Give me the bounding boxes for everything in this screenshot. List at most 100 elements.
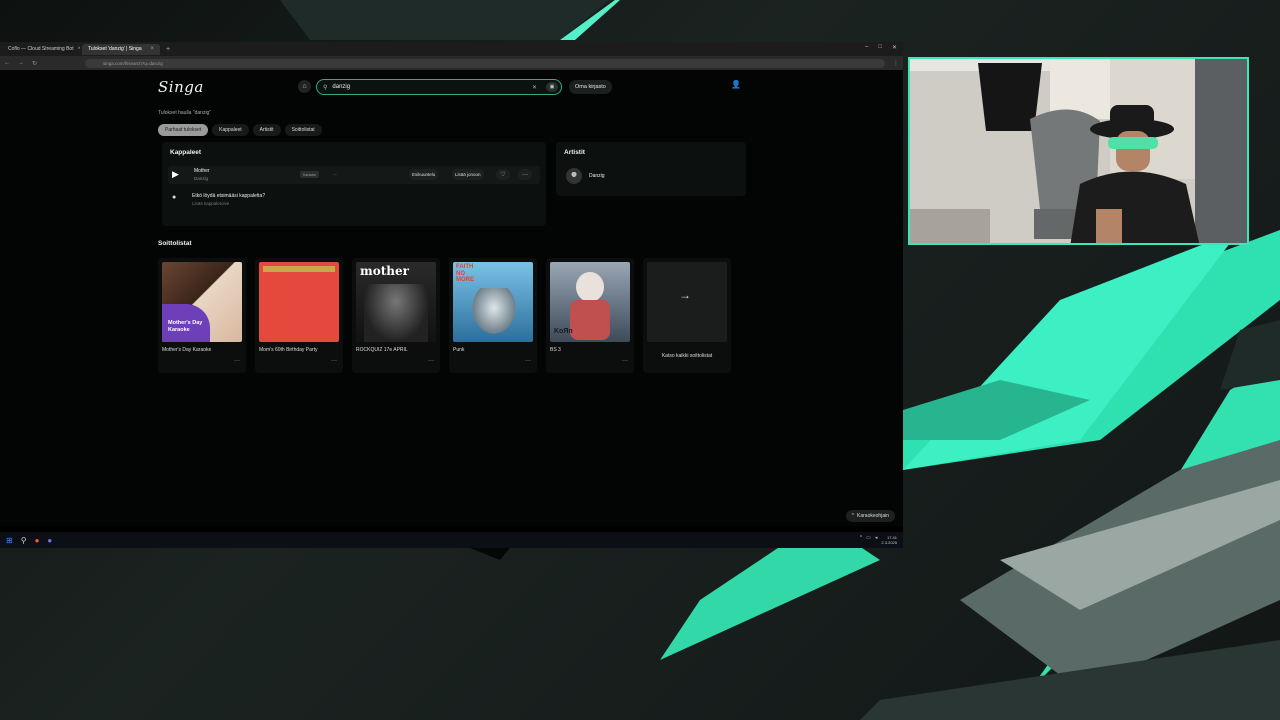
webcam-overlay bbox=[908, 57, 1249, 245]
arrow-right-icon: → bbox=[679, 288, 691, 302]
cover-text: KoЯn bbox=[554, 328, 573, 335]
qr-camera-icon[interactable]: ▣ bbox=[546, 82, 558, 92]
playlist-cover[interactable]: KoЯn bbox=[550, 262, 630, 342]
song-artist[interactable]: Danzig bbox=[194, 176, 208, 181]
window-controls: – □ ✕ bbox=[865, 44, 897, 51]
close-icon[interactable]: × bbox=[150, 46, 154, 52]
network-icon[interactable]: ▭ bbox=[866, 535, 871, 545]
request-title[interactable]: Etkö löydä etsimääsi kappaletta? bbox=[192, 193, 265, 199]
browser-window: Coflo — Cloud Streaming Bot × Tulokset '… bbox=[0, 42, 903, 548]
see-all-label[interactable]: Katso kaikki soittolistat bbox=[643, 353, 731, 359]
add-to-queue-button[interactable]: Lisää jonoon bbox=[452, 169, 484, 180]
request-subtitle[interactable]: Lisää kappaletoive bbox=[192, 201, 229, 206]
song-badge: Karaoke bbox=[300, 171, 320, 178]
playlists-title: Soittolistat bbox=[158, 240, 192, 247]
maximize-icon[interactable]: □ bbox=[878, 44, 882, 51]
playlist-name: Mother's Day Karaoke bbox=[162, 347, 212, 353]
see-all-cover[interactable] bbox=[647, 262, 727, 342]
more-options-icon[interactable]: ··· bbox=[525, 358, 531, 364]
home-button[interactable]: ⌂ bbox=[298, 80, 311, 93]
filter-playlists[interactable]: Soittolistat bbox=[284, 124, 322, 136]
playlist-cover[interactable]: Mother's Day Karaoke bbox=[162, 262, 242, 342]
forward-icon[interactable]: → bbox=[18, 60, 24, 66]
more-options-icon[interactable]: ··· bbox=[428, 358, 434, 364]
browser-menu-icon[interactable]: ⋮ bbox=[893, 60, 899, 67]
address-bar[interactable]: singa.com/fi/search?q=danzig bbox=[85, 58, 885, 68]
playlist-cover[interactable]: FAITH NO MORE bbox=[453, 262, 533, 342]
play-icon[interactable]: ▶ bbox=[172, 169, 179, 180]
volume-icon[interactable]: ◂ bbox=[875, 535, 878, 545]
karaoke-controller-label: Karaokeohjain bbox=[857, 513, 889, 519]
artists-title: Artistit bbox=[564, 149, 585, 156]
browser-tabbar: Coflo — Cloud Streaming Bot × Tulokset '… bbox=[0, 42, 903, 56]
home-icon: ⌂ bbox=[302, 83, 307, 90]
songs-panel: Kappaleet ▶ Mother Danzig Karaoke — Esik… bbox=[162, 142, 546, 226]
more-options-icon[interactable]: ··· bbox=[331, 358, 337, 364]
filter-chips: Parhaat tulokset Kappaleet Artistit Soit… bbox=[158, 124, 322, 136]
browser-tab-coflo[interactable]: Coflo — Cloud Streaming Bot × bbox=[2, 44, 80, 55]
browser-icon[interactable]: ● bbox=[35, 536, 40, 545]
cover-text: FAITH NO MORE bbox=[456, 264, 474, 283]
playlist-name: Punk bbox=[453, 347, 465, 353]
filter-songs[interactable]: Kappaleet bbox=[212, 124, 249, 136]
playlist-card[interactable]: Mother's Day Karaoke Mother's Day Karaok… bbox=[158, 258, 246, 373]
system-tray: ^ ▭ ◂ 17.41 2.3.2025 bbox=[860, 535, 897, 545]
preview-button[interactable]: Esikuuntelu bbox=[409, 169, 439, 180]
search-input[interactable]: ⚲ danzig ✕ ▣ bbox=[316, 79, 562, 95]
playlist-card[interactable]: KoЯn BS 3 ··· bbox=[546, 258, 634, 373]
artists-panel: Artistit Danzig bbox=[556, 142, 746, 196]
heart-icon[interactable]: ♡ bbox=[496, 169, 510, 180]
cover-text: Mother's Day Karaoke bbox=[168, 320, 203, 333]
singa-logo[interactable]: Singa bbox=[158, 78, 204, 96]
clear-search-icon[interactable]: ✕ bbox=[532, 84, 537, 91]
search-icon: ⚲ bbox=[323, 84, 328, 91]
tray-icon[interactable]: ^ bbox=[860, 535, 862, 545]
filter-artists[interactable]: Artistit bbox=[252, 124, 281, 136]
more-options-icon[interactable]: ··· bbox=[518, 169, 532, 180]
singa-app: Singa ⌂ ⚲ danzig ✕ ▣ Oma kirjasto 👤 Tulo… bbox=[0, 70, 903, 526]
more-options-icon[interactable]: ··· bbox=[234, 358, 240, 364]
playlist-name: BS 3 bbox=[550, 347, 561, 353]
user-icon[interactable]: 👤 bbox=[731, 80, 741, 89]
artist-name[interactable]: Danzig bbox=[589, 173, 605, 179]
back-icon[interactable]: ← bbox=[4, 60, 10, 66]
songs-title: Kappaleet bbox=[170, 149, 202, 156]
playlist-name: Mom's 60th Birthday Party bbox=[259, 347, 318, 353]
song-row[interactable]: ▶ Mother Danzig Karaoke — Esikuuntelu Li… bbox=[168, 166, 540, 184]
address-bar-row: ← → ↻ singa.com/fi/search?q=danzig ⋮ bbox=[0, 56, 903, 70]
taskbar: ⊞ ⚲ ● ● ^ ▭ ◂ 17.41 2.3.2025 bbox=[0, 532, 903, 548]
tab-label: Tulokset 'danzig' | Singa bbox=[88, 46, 142, 52]
clock-date: 2.3.2025 bbox=[881, 540, 897, 545]
library-button[interactable]: Oma kirjasto bbox=[569, 80, 612, 94]
search-icon[interactable]: ⚲ bbox=[21, 536, 27, 545]
artist-avatar bbox=[566, 168, 582, 184]
search-value[interactable]: danzig bbox=[332, 84, 350, 90]
playlist-cards: Mother's Day Karaoke Mother's Day Karaok… bbox=[158, 258, 731, 373]
close-icon[interactable]: × bbox=[78, 46, 80, 52]
filter-top-results[interactable]: Parhaat tulokset bbox=[158, 124, 209, 136]
cover-text: mother bbox=[360, 264, 409, 278]
results-heading: Tulokset haulla "danzig" bbox=[158, 110, 212, 116]
song-duration: — bbox=[333, 171, 337, 176]
webcam-feed bbox=[910, 59, 1247, 243]
playlist-name: ROCKQUIZ 17e APRIL bbox=[356, 347, 408, 353]
new-tab-button[interactable]: + bbox=[162, 46, 174, 53]
windows-start-icon[interactable]: ⊞ bbox=[6, 536, 13, 545]
playlist-cover[interactable]: mother bbox=[356, 262, 436, 342]
playlist-card[interactable]: FAITH NO MORE Punk ··· bbox=[449, 258, 537, 373]
playlist-card[interactable]: Mom's 60th Birthday Party ··· bbox=[255, 258, 343, 373]
tab-label: Coflo — Cloud Streaming Bot bbox=[8, 46, 74, 52]
minimize-icon[interactable]: – bbox=[865, 44, 868, 51]
reload-icon[interactable]: ↻ bbox=[32, 60, 37, 67]
close-window-icon[interactable]: ✕ bbox=[892, 44, 897, 51]
playlist-cover[interactable] bbox=[259, 262, 339, 342]
see-all-playlists-card[interactable]: → Katso kaikki soittolistat bbox=[643, 258, 731, 373]
discord-icon[interactable]: ● bbox=[47, 536, 52, 545]
song-title: Mother bbox=[194, 168, 210, 174]
chevron-up-icon: ^ bbox=[851, 513, 855, 519]
browser-tab-singa[interactable]: Tulokset 'danzig' | Singa × bbox=[82, 43, 160, 55]
more-options-icon[interactable]: ··· bbox=[622, 358, 628, 364]
karaoke-controller-button[interactable]: ^ Karaokeohjain bbox=[845, 510, 895, 522]
playlist-card[interactable]: mother ROCKQUIZ 17e APRIL ··· bbox=[352, 258, 440, 373]
clock[interactable]: 17.41 2.3.2025 bbox=[881, 535, 897, 545]
